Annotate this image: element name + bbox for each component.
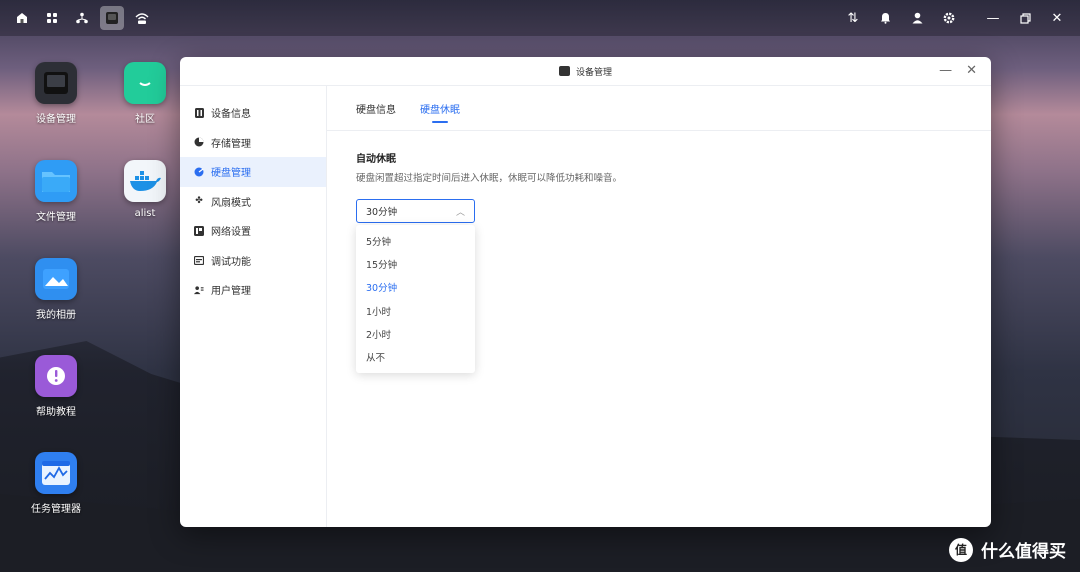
chevron-up-icon: ︿	[455, 207, 465, 218]
sidebar-item-storage[interactable]: 存储管理	[180, 128, 326, 158]
settings-sidebar: 设备信息 存储管理 硬盘管理 ✤ 风扇模式 网络设置 调试功能 用户管理	[180, 86, 327, 527]
device-manager-icon[interactable]	[100, 6, 124, 30]
watermark-text: 什么值得买	[981, 542, 1066, 562]
user-icon[interactable]	[904, 6, 930, 30]
sidebar-item-disk[interactable]: 硬盘管理	[180, 157, 326, 187]
sidebar-item-label: 设备信息	[211, 109, 251, 121]
network-topology-icon[interactable]	[70, 6, 94, 30]
watermark: 值 什么值得买	[949, 537, 1066, 562]
device-manager-window: 设备管理 — ✕ 设备信息 存储管理 硬盘管理 ✤ 风扇模式 网络设置 调试功能…	[180, 57, 991, 527]
dropdown-option[interactable]: 2小时	[356, 322, 475, 345]
window-title: 设备管理	[575, 67, 612, 78]
fan-icon: ✤	[195, 196, 203, 207]
sidebar-item-label: 调试功能	[211, 256, 251, 268]
tab-disk-sleep[interactable]: 硬盘休眠	[420, 86, 460, 131]
info-icon	[194, 107, 204, 118]
tab-disk-info[interactable]: 硬盘信息	[356, 86, 396, 131]
taskbar: ⇅ — ✕	[0, 0, 1080, 36]
watermark-logo: 值	[949, 537, 973, 562]
community-icon	[124, 62, 166, 104]
sidebar-item-debug[interactable]: 调试功能	[180, 246, 326, 276]
debug-icon	[194, 255, 204, 265]
desktop-icon-device-manager[interactable]: 设备管理	[16, 62, 96, 125]
tab-bar: 硬盘信息 硬盘休眠	[327, 86, 991, 131]
section-description: 硬盘闲置超过指定时间后进入休眠，休眠可以降低功耗和噪音。	[356, 173, 623, 184]
sidebar-item-device-info[interactable]: 设备信息	[180, 98, 326, 128]
minimize-icon[interactable]: —	[939, 63, 952, 78]
settings-content: 硬盘信息 硬盘休眠 自动休眠 硬盘闲置超过指定时间后进入休眠，休眠可以降低功耗和…	[327, 86, 991, 527]
desktop-icon-photos[interactable]: 我的相册	[16, 258, 96, 321]
window-titlebar[interactable]: 设备管理 — ✕	[180, 57, 991, 86]
dropdown-option-selected[interactable]: 30分钟	[356, 276, 475, 299]
desktop-icon-label: 文件管理	[36, 212, 76, 223]
device-manager-icon	[35, 62, 77, 104]
section-title: 自动休眠	[356, 154, 396, 165]
dropdown-option[interactable]: 5分钟	[356, 229, 475, 252]
users-icon	[194, 285, 204, 295]
folder-icon	[35, 160, 77, 202]
home-icon[interactable]	[10, 6, 34, 30]
desktop-icon-label: 我的相册	[36, 310, 76, 321]
settings-icon[interactable]	[936, 6, 962, 30]
help-icon	[35, 355, 77, 397]
auto-sleep-section: 自动休眠 硬盘闲置超过指定时间后进入休眠，休眠可以降低功耗和噪音。 30分钟 ︿…	[327, 131, 991, 373]
desktop-icon-label: 设备管理	[36, 114, 76, 125]
docker-icon	[124, 160, 166, 202]
desktop-icon-label: 社区	[135, 114, 155, 125]
select-value: 30分钟	[366, 207, 398, 218]
desktop-icon-label: 帮助教程	[36, 407, 76, 418]
sidebar-item-label: 用户管理	[211, 286, 251, 298]
close-icon[interactable]: ✕	[1044, 6, 1070, 30]
minimize-icon[interactable]: —	[980, 6, 1006, 30]
dropdown-option[interactable]: 从不	[356, 345, 475, 368]
desktop-icon-help[interactable]: 帮助教程	[16, 355, 96, 418]
desktop-icon-community[interactable]: 社区	[105, 62, 185, 125]
transfer-icon[interactable]: ⇅	[840, 6, 866, 30]
dropdown-option[interactable]: 1小时	[356, 299, 475, 322]
sidebar-item-label: 硬盘管理	[211, 168, 251, 180]
sleep-time-dropdown: 5分钟 15分钟 30分钟 1小时 2小时 从不	[356, 225, 475, 373]
sleep-time-select[interactable]: 30分钟 ︿	[356, 199, 475, 223]
sidebar-item-users[interactable]: 用户管理	[180, 275, 326, 305]
restore-icon[interactable]	[1012, 6, 1038, 30]
photo-album-icon	[35, 258, 77, 300]
sidebar-item-label: 存储管理	[211, 138, 251, 150]
wifi-router-icon[interactable]	[130, 6, 154, 30]
close-icon[interactable]: ✕	[966, 63, 977, 78]
sidebar-item-network[interactable]: 网络设置	[180, 216, 326, 246]
sidebar-item-label: 网络设置	[211, 227, 251, 239]
disk-icon	[194, 167, 204, 177]
bell-icon[interactable]	[872, 6, 898, 30]
desktop-icon-files[interactable]: 文件管理	[16, 160, 96, 223]
pie-chart-icon	[194, 137, 204, 147]
desktop-icon-alist[interactable]: alist	[105, 160, 185, 219]
device-manager-icon	[558, 66, 570, 76]
sidebar-item-label: 风扇模式	[211, 197, 251, 209]
dropdown-option[interactable]: 15分钟	[356, 252, 475, 275]
desktop-icon-label: 任务管理器	[31, 504, 81, 515]
desktop-icon-label: alist	[134, 208, 156, 219]
network-icon	[194, 225, 204, 236]
desktop-icon-task-manager[interactable]: 任务管理器	[16, 452, 96, 515]
task-manager-icon	[35, 452, 77, 494]
apps-grid-icon[interactable]	[40, 6, 64, 30]
sidebar-item-fan[interactable]: ✤ 风扇模式	[180, 187, 326, 217]
